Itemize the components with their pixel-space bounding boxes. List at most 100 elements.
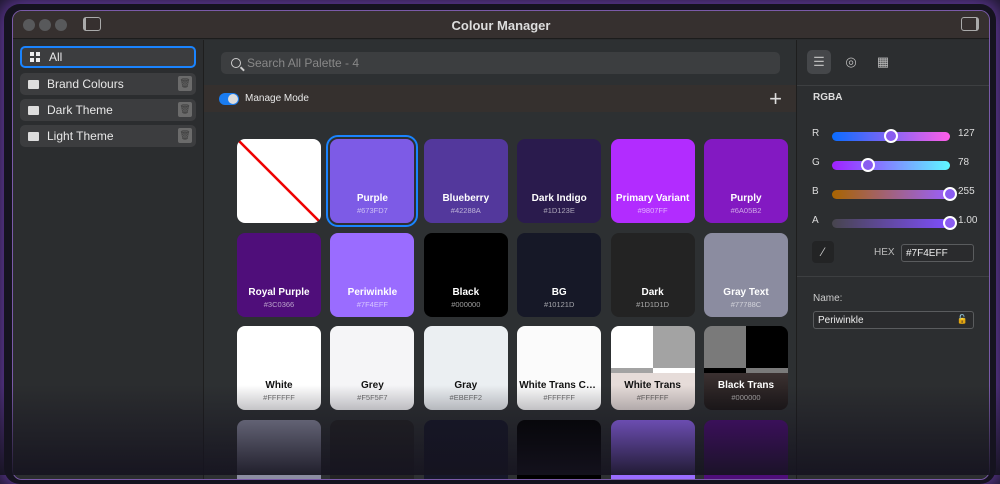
swatch-name: Purple: [330, 193, 414, 204]
swatch-tile[interactable]: Grey #F5F5F7: [330, 326, 414, 410]
app-window: Colour Manager All Brand Colours 🗑 Dark …: [12, 10, 990, 480]
swatch-tile[interactable]: [517, 420, 601, 481]
channel-label: B: [812, 186, 819, 197]
swatch-tile[interactable]: White Trans Co... #FFFFFF: [517, 326, 601, 410]
swatch-tile[interactable]: Dark #1D1D1D: [611, 233, 695, 317]
swatch-hex: #1D123E: [517, 206, 601, 215]
search-placeholder: Search All Palette - 4: [247, 56, 359, 70]
swatch-name: White Trans: [611, 380, 695, 391]
swatch-hex: #000000: [424, 300, 508, 309]
swatch-tile[interactable]: Royal Purple#3C0366: [237, 233, 321, 317]
sidebar-item-label: Brand Colours: [47, 77, 124, 91]
swatch-tile[interactable]: [704, 420, 788, 481]
sliders-icon[interactable]: ☰: [807, 50, 831, 74]
swatch-hex: #6A05B2: [704, 206, 788, 215]
search-input[interactable]: Search All Palette - 4: [221, 52, 780, 74]
swatch-tile[interactable]: Black #000000: [424, 233, 508, 317]
swatch-name: Primary Variant: [611, 193, 695, 204]
grid-palette-icon[interactable]: ▦: [871, 50, 895, 74]
swatch-name: Black: [424, 287, 508, 298]
swatch-tile[interactable]: Primary Variant #9807FF: [611, 139, 695, 223]
titlebar: Colour Manager: [13, 11, 989, 39]
swatch-hex: #F5F5F7: [330, 393, 414, 402]
divider: [797, 276, 989, 277]
swatch-tile[interactable]: Periwinkle #7F4EFF: [330, 233, 414, 317]
name-value: Periwinkle: [818, 315, 864, 326]
swatch-tile[interactable]: White#FFFFFF: [237, 326, 321, 410]
window-title: Colour Manager: [13, 18, 989, 33]
channel-value: 127: [958, 128, 975, 139]
sidebar-item-label: Dark Theme: [47, 103, 113, 117]
swatch-name: Periwinkle: [330, 287, 414, 298]
trash-icon[interactable]: 🗑: [178, 128, 192, 143]
color-mode-label: RGBA: [813, 92, 842, 103]
swatch-tile[interactable]: Gray Text#77788C: [704, 233, 788, 317]
swatch-name: Blueberry: [424, 193, 508, 204]
swatch-hex: #10121D: [517, 300, 601, 309]
sidebar-item-brand-colours[interactable]: Brand Colours 🗑: [20, 73, 196, 95]
swatch-name: White: [237, 380, 321, 391]
swatch-hex: #000000: [704, 393, 788, 402]
swatch-tile[interactable]: [330, 420, 414, 481]
swatch-name: Gray: [424, 380, 508, 391]
sidebar-item-dark-theme[interactable]: Dark Theme 🗑: [20, 99, 196, 121]
slider-knob[interactable]: [943, 216, 957, 230]
swatch-name: Grey: [330, 380, 414, 391]
toggle-inspector-icon[interactable]: [961, 17, 979, 31]
swatch-name: Dark Indigo: [517, 193, 601, 204]
trash-icon[interactable]: 🗑: [178, 76, 192, 91]
channel-value: 1.00: [958, 215, 977, 226]
name-input[interactable]: Periwinkle 🔓: [813, 311, 974, 329]
slider-knob[interactable]: [861, 158, 875, 172]
swatch-tile[interactable]: Blueberry#42288A: [424, 139, 508, 223]
swatch-hex: #673FD7: [330, 206, 414, 215]
sidebar-item-all[interactable]: All: [20, 46, 196, 68]
hex-label: HEX: [874, 247, 895, 258]
search-icon: [231, 58, 241, 68]
swatch-tile[interactable]: Purply #6A05B2: [704, 139, 788, 223]
swatch-tile[interactable]: [424, 420, 508, 481]
swatch-name: Purply: [704, 193, 788, 204]
channel-slider[interactable]: [832, 190, 950, 199]
slider-knob[interactable]: [884, 129, 898, 143]
swatch-hex: #7F4EFF: [330, 300, 414, 309]
swatch-name: Dark: [611, 287, 695, 298]
sidebar-item-light-theme[interactable]: Light Theme 🗑: [20, 125, 196, 147]
swatch-tile[interactable]: Gray #EBEFF2: [424, 326, 508, 410]
trash-icon[interactable]: 🗑: [178, 102, 192, 117]
swatch-hex: #1D1D1D: [611, 300, 695, 309]
add-colour-button[interactable]: +: [769, 86, 782, 112]
color-wheel-icon[interactable]: ◎: [839, 50, 863, 74]
swatch-tile[interactable]: Black Trans#000000: [704, 326, 788, 410]
manage-mode-bar: Manage Mode +: [204, 85, 796, 112]
divider: [797, 85, 989, 86]
swatch-hex: #EBEFF2: [424, 393, 508, 402]
channel-slider[interactable]: [832, 161, 950, 170]
swatch-hex: #9807FF: [611, 206, 695, 215]
swatch-name: White Trans Co...: [517, 380, 601, 391]
swatch-tile[interactable]: BG#10121D: [517, 233, 601, 317]
swatch-tile[interactable]: Dark Indigo #1D123E: [517, 139, 601, 223]
swatch-tile[interactable]: White Trans#FFFFFF: [611, 326, 695, 410]
swatch-tile[interactable]: [237, 139, 321, 223]
swatch-tile[interactable]: [611, 420, 695, 481]
channel-label: G: [812, 157, 820, 168]
swatch-tile[interactable]: Purple #673FD7: [330, 139, 414, 223]
channel-value: 255: [958, 186, 975, 197]
channel-slider[interactable]: [832, 132, 950, 141]
palette-area: Search All Palette - 4 Manage Mode + Pur…: [204, 40, 796, 479]
manage-mode-toggle[interactable]: [219, 93, 239, 105]
hex-input[interactable]: #7F4EFF: [901, 244, 974, 262]
inspector-panel: ☰ ◎ ▦ RGBA R127G78B255A1.00 ⁄ HEX #7F4EF…: [796, 40, 989, 479]
grid-icon: [30, 52, 41, 63]
sidebar-item-label: All: [49, 50, 62, 64]
sidebar: All Brand Colours 🗑 Dark Theme 🗑 Light T…: [13, 40, 204, 479]
slider-knob[interactable]: [943, 187, 957, 201]
channel-slider[interactable]: [832, 219, 950, 228]
eyedropper-button[interactable]: ⁄: [812, 241, 834, 263]
swatch-tile[interactable]: [237, 420, 321, 481]
swatch-hex: #FFFFFF: [517, 393, 601, 402]
folder-icon: [28, 106, 39, 115]
swatch-name: Gray Text: [704, 287, 788, 298]
unlock-icon[interactable]: 🔓: [957, 314, 968, 325]
